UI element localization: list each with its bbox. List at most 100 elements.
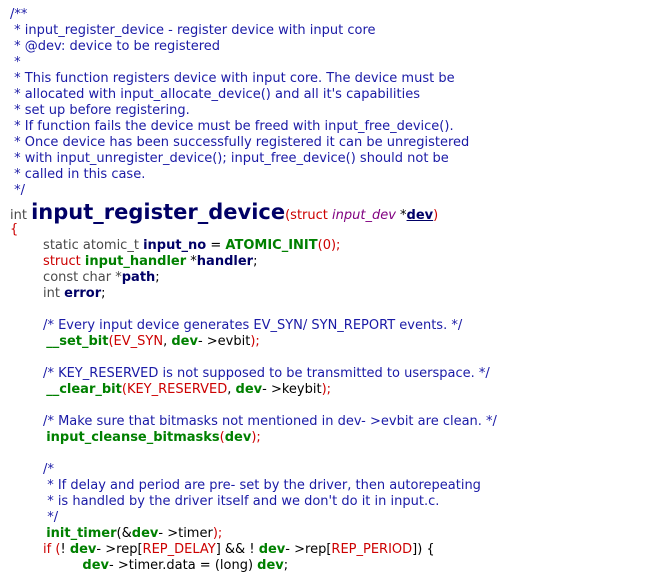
code-token: /* Every input device generates EV_SYN/ … (10, 318, 463, 333)
code-line: * is handled by the driver itself and we… (10, 494, 439, 510)
code-token: dev (224, 430, 252, 445)
code-line: /* (10, 462, 54, 478)
code-token: { (10, 222, 19, 237)
code-token: struct (290, 208, 333, 223)
code-token: /* KEY_RESERVED is not supposed to be tr… (10, 366, 490, 381)
code-line: struct input_handler *handler; (10, 254, 257, 270)
code-token: , (227, 382, 236, 397)
code-token: (& (116, 526, 132, 541)
code-token: input_no (143, 238, 207, 253)
code-line (10, 302, 14, 318)
code-line: __clear_bit(KEY_RESERVED, dev- >keybit); (10, 382, 331, 398)
code-token: = (206, 238, 226, 253)
code-token: ! (60, 542, 70, 557)
code-line: * allocated with input_allocate_device()… (10, 87, 420, 103)
code-line: { (10, 222, 18, 238)
code-token: * (10, 55, 21, 70)
code-token: dev (406, 208, 434, 223)
code-line: * set up before registering. (10, 103, 190, 119)
code-token: dev (258, 542, 286, 557)
code-token: /** (10, 7, 28, 22)
code-token: handler (196, 254, 254, 269)
code-line: dev- >timer.data = (long) dev; (10, 558, 288, 574)
code-token: path (121, 270, 156, 285)
code-token: input_dev (332, 208, 396, 223)
code-token: __clear_bit (10, 382, 122, 397)
code-token: - >timer.data = (long) (109, 558, 258, 573)
code-line: int input_register_device(struct input_d… (10, 200, 438, 224)
code-line: input_cleanse_bitmasks(dev); (10, 430, 261, 446)
code-token: - >rep[ (96, 542, 143, 557)
code-line: const char *path; (10, 270, 160, 286)
code-line (10, 446, 14, 462)
code-token: dev (257, 558, 284, 573)
code-token: ; (155, 270, 160, 285)
code-token: REP_PERIOD (331, 542, 413, 557)
code-line: * Once device has been successfully regi… (10, 135, 469, 151)
code-token: REP_DELAY (142, 542, 216, 557)
code-token: ; (253, 254, 258, 269)
code-token: - >timer (158, 526, 213, 541)
code-line: /* KEY_RESERVED is not supposed to be tr… (10, 366, 490, 382)
code-token: EV_SYN (113, 334, 164, 349)
code-line: */ (10, 183, 25, 199)
code-token: - >rep[ (285, 542, 332, 557)
code-token: input_register_device (31, 200, 286, 224)
code-line (10, 398, 14, 414)
code-token: /* (10, 462, 54, 477)
code-line: */ (10, 510, 58, 526)
code-token: ) (433, 208, 439, 223)
code-token: ] && ! (215, 542, 259, 557)
code-token: ); (251, 430, 261, 445)
code-line: /* Every input device generates EV_SYN/ … (10, 318, 462, 334)
code-token: * input_register_device - register devic… (10, 23, 376, 38)
code-token: * allocated with input_allocate_device()… (10, 87, 420, 102)
code-token: init_timer (10, 526, 117, 541)
code-token: __set_bit (10, 334, 109, 349)
code-token: 0 (322, 238, 331, 253)
code-token: ]) { (412, 542, 435, 557)
code-line: /* Make sure that bitmasks not mentioned… (10, 414, 497, 430)
code-line: * If delay and period are pre- set by th… (10, 478, 481, 494)
code-line: static atomic_t input_no = ATOMIC_INIT(0… (10, 238, 340, 254)
code-line: if (! dev- >rep[REP_DELAY] && ! dev- >re… (10, 542, 435, 558)
code-line: int error; (10, 286, 105, 302)
code-token: - >evbit (197, 334, 251, 349)
code-token: /* Make sure that bitmasks not mentioned… (10, 414, 497, 429)
code-line: * (10, 55, 21, 71)
code-token: * (186, 254, 197, 269)
code-token: dev (171, 334, 198, 349)
code-line: init_timer(&dev- >timer); (10, 526, 222, 542)
code-token: int (10, 208, 32, 223)
code-line (10, 350, 14, 366)
code-token: * set up before registering. (10, 103, 190, 118)
code-token: */ (10, 510, 59, 525)
code-editor[interactable]: /** * input_register_device - register d… (0, 0, 662, 580)
code-token: dev (235, 382, 263, 397)
code-token: if (10, 542, 56, 557)
code-line: * called in this case. (10, 167, 145, 183)
code-token: */ (10, 183, 26, 198)
code-token: * @dev: device to be registered (10, 39, 221, 54)
code-line: * @dev: device to be registered (10, 39, 220, 55)
code-token: KEY_RESERVED (126, 382, 228, 397)
code-token: error (64, 286, 102, 301)
code-line: * If function fails the device must be f… (10, 119, 454, 135)
code-token: * If delay and period are pre- set by th… (10, 478, 481, 493)
code-line: * with input_unregister_device(); input_… (10, 151, 449, 167)
code-token: int (10, 286, 65, 301)
code-token: dev (10, 558, 110, 573)
code-line: * input_register_device - register devic… (10, 23, 376, 39)
code-token: ); (250, 334, 260, 349)
code-token: ATOMIC_INIT (225, 238, 318, 253)
code-token: * is handled by the driver itself and we… (10, 494, 440, 509)
code-token: - >keybit (262, 382, 322, 397)
code-token: * If function fails the device must be f… (10, 119, 454, 134)
code-token: ; (283, 558, 289, 573)
code-token: * This function registers device with in… (10, 71, 455, 86)
code-token: struct (10, 254, 85, 269)
code-token: static atomic_t (10, 238, 144, 253)
code-token: * called in this case. (10, 167, 146, 182)
